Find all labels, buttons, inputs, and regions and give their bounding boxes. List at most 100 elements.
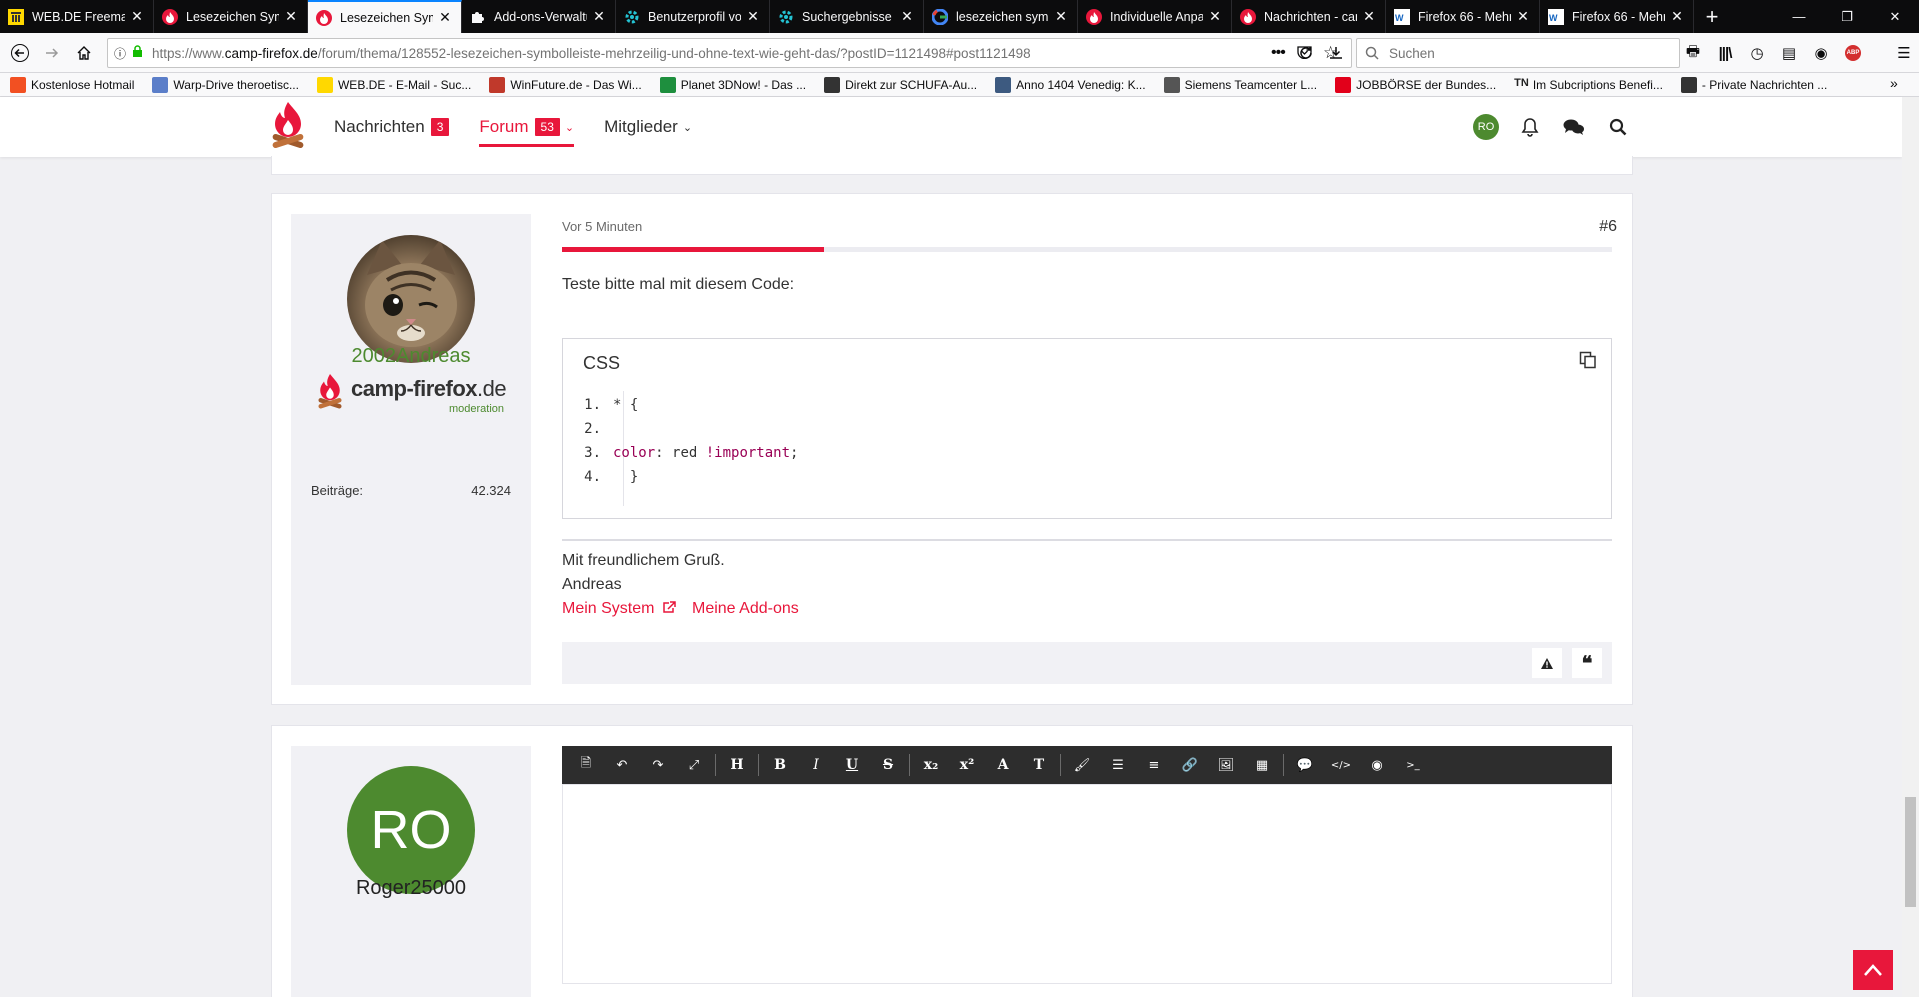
bookmark-item[interactable]: Siemens Teamcenter L...: [1154, 76, 1326, 93]
close-tab-icon[interactable]: ✕: [129, 8, 145, 25]
format-5-button[interactable]: B: [762, 746, 798, 784]
chevron-down-icon: ⌄: [682, 121, 693, 134]
info-icon[interactable]: ⓘ: [114, 45, 130, 62]
bookmark-item[interactable]: JOBBÖRSE der Bundes...: [1325, 76, 1504, 93]
url-bar[interactable]: ⓘ https://www.camp-firefox.de/forum/them…: [107, 38, 1352, 68]
menu-button[interactable]: ☰: [1889, 37, 1919, 69]
bookmark-item[interactable]: Planet 3DNow! - Das ...: [650, 76, 814, 93]
align-button[interactable]: ≡: [1136, 746, 1172, 784]
reload-button[interactable]: [1290, 37, 1322, 69]
image-button[interactable]: 🖼: [1208, 746, 1244, 784]
close-tab-icon[interactable]: ✕: [899, 8, 915, 25]
post-number[interactable]: #6: [1592, 218, 1617, 236]
sidebar-button[interactable]: ▤: [1773, 37, 1805, 69]
sync-button[interactable]: ◉: [1805, 37, 1837, 69]
back-button[interactable]: [4, 37, 36, 69]
browser-tab[interactable]: Add-ons-Verwaltu ✕: [462, 0, 616, 33]
close-tab-icon[interactable]: ✕: [1053, 8, 1069, 25]
browser-tab[interactable]: W Firefox 66 - Mehr ✕: [1386, 0, 1540, 33]
user-menu-button[interactable]: RO: [1464, 114, 1508, 140]
close-tab-icon[interactable]: ✕: [283, 8, 299, 25]
nav-nachrichten[interactable]: Nachrichten 3: [334, 97, 450, 157]
adblock-button[interactable]: ABP: [1837, 37, 1869, 69]
browser-tab[interactable]: Suchergebnisse fü ✕: [770, 0, 924, 33]
link-button[interactable]: 🔗: [1172, 746, 1208, 784]
browser-tab[interactable]: Lesezeichen Symb ✕: [308, 0, 462, 33]
format-11-button[interactable]: A: [985, 746, 1021, 784]
scrollbar-thumb[interactable]: [1905, 797, 1916, 907]
close-tab-icon[interactable]: ✕: [591, 8, 607, 25]
bookmark-item[interactable]: WinFuture.de - Das Wi...: [479, 76, 649, 93]
file-button[interactable]: 🗎: [568, 746, 604, 784]
browser-tab[interactable]: Benutzerprofil vo ✕: [616, 0, 770, 33]
close-tab-icon[interactable]: ✕: [745, 8, 761, 25]
close-tab-icon[interactable]: ✕: [437, 9, 453, 26]
bookmark-item[interactable]: WEB.DE - E-Mail - Suc...: [307, 76, 479, 93]
author-avatar[interactable]: [347, 235, 475, 363]
undo-button[interactable]: ↶: [604, 746, 640, 784]
close-tab-icon[interactable]: ✕: [1361, 8, 1377, 25]
browser-tab[interactable]: WEB.DE Freemail ✕: [0, 0, 154, 33]
close-tab-icon[interactable]: ✕: [1207, 8, 1223, 25]
quote-button[interactable]: ❝: [1572, 648, 1602, 678]
downloads-button[interactable]: [1320, 37, 1352, 69]
redo-button[interactable]: ↷: [640, 746, 676, 784]
print-button[interactable]: 🖶: [1677, 37, 1709, 69]
library-button[interactable]: |||\: [1709, 37, 1741, 69]
spoiler-button[interactable]: ◉: [1359, 746, 1395, 784]
bookmark-item[interactable]: Kostenlose Hotmail: [0, 76, 142, 93]
new-tab-button[interactable]: +: [1694, 0, 1730, 33]
format-12-button[interactable]: T: [1021, 746, 1057, 784]
bookmark-item[interactable]: Anno 1404 Venedig: K...: [985, 76, 1153, 93]
bookmark-item[interactable]: - Private Nachrichten ...: [1671, 76, 1835, 93]
search-bar[interactable]: Suchen: [1356, 38, 1680, 68]
format-4-button[interactable]: H: [719, 746, 755, 784]
copy-button[interactable]: [1579, 351, 1597, 369]
format-9-button[interactable]: x₂: [913, 746, 949, 784]
home-button[interactable]: [68, 37, 100, 69]
list-button[interactable]: ☰: [1100, 746, 1136, 784]
minimize-button[interactable]: —: [1775, 0, 1823, 33]
site-logo[interactable]: [268, 100, 308, 150]
link-mein-system[interactable]: Mein System: [562, 600, 676, 618]
terminal-button[interactable]: >_: [1395, 746, 1431, 784]
code-button[interactable]: </>: [1323, 746, 1359, 784]
url-text[interactable]: https://www.camp-firefox.de/forum/thema/…: [146, 46, 1271, 61]
nav-forum[interactable]: Forum 53 ⌄: [479, 97, 574, 157]
page-scrollbar[interactable]: [1902, 97, 1919, 997]
bookmark-item[interactable]: Direkt zur SCHUFA-Au...: [814, 76, 985, 93]
close-tab-icon[interactable]: ✕: [1515, 8, 1531, 25]
close-window-button[interactable]: ✕: [1871, 0, 1919, 33]
format-10-button[interactable]: x²: [949, 746, 985, 784]
browser-tab[interactable]: Individuelle Anpa ✕: [1078, 0, 1232, 33]
report-button[interactable]: [1532, 648, 1562, 678]
editor-textarea[interactable]: [562, 784, 1612, 984]
table-button[interactable]: ▦: [1244, 746, 1280, 784]
scroll-to-top-button[interactable]: [1853, 950, 1893, 990]
format-6-button[interactable]: I: [798, 746, 834, 784]
bookmark-item[interactable]: Warp-Drive theroetisc...: [142, 76, 307, 93]
search-button[interactable]: [1596, 118, 1640, 136]
browser-tab[interactable]: Nachrichten - cam ✕: [1232, 0, 1386, 33]
brush-button[interactable]: 🖌: [1064, 746, 1100, 784]
bookmarks-overflow-icon[interactable]: »: [1890, 75, 1898, 91]
bookmark-item[interactable]: TN Im Subcriptions Benefi...: [1504, 77, 1671, 93]
lock-icon[interactable]: [132, 45, 146, 61]
browser-tab[interactable]: Lesezeichen Symb ✕: [154, 0, 308, 33]
browser-tab[interactable]: W Firefox 66 - Mehr ✕: [1540, 0, 1694, 33]
quote-button[interactable]: 💬: [1287, 746, 1323, 784]
nav-mitglieder[interactable]: Mitglieder ⌄: [604, 97, 692, 157]
link-meine-addons[interactable]: Meine Add-ons: [692, 600, 799, 618]
notifications-button[interactable]: [1508, 117, 1552, 137]
format-7-button[interactable]: U: [834, 746, 870, 784]
format-8-button[interactable]: S: [870, 746, 906, 784]
history-button[interactable]: ◷: [1741, 37, 1773, 69]
browser-tab[interactable]: lesezeichen symb ✕: [924, 0, 1078, 33]
close-tab-icon[interactable]: ✕: [1669, 8, 1685, 25]
forward-button[interactable]: [36, 37, 68, 69]
post-time[interactable]: Vor 5 Minuten: [562, 219, 642, 234]
restore-button[interactable]: ❐: [1823, 0, 1871, 33]
fullscreen-button[interactable]: ⤢: [676, 746, 712, 784]
conversations-button[interactable]: [1552, 118, 1596, 136]
author-name[interactable]: 2002Andreas: [291, 345, 531, 368]
